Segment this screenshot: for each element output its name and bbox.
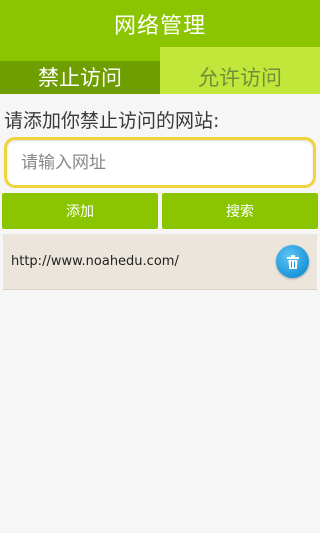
search-button[interactable]: 搜索 [162, 193, 318, 229]
delete-button[interactable] [276, 245, 309, 278]
tab-top-strip [160, 47, 320, 61]
url-input[interactable] [4, 137, 316, 188]
add-button[interactable]: 添加 [2, 193, 158, 229]
trash-icon [286, 254, 299, 269]
tab-bar: 禁止访问 允许访问 [0, 47, 320, 94]
tab-allowed[interactable]: 允许访问 [160, 47, 320, 94]
page-title: 网络管理 [113, 13, 206, 39]
tab-blocked-label: 禁止访问 [38, 66, 122, 90]
tab-blocked[interactable]: 禁止访问 [0, 47, 160, 94]
instruction-label: 请添加你禁止访问的网站: [4, 110, 220, 132]
list-item: http://www.noahedu.com/ [3, 234, 317, 290]
blocked-site-list: http://www.noahedu.com/ [3, 234, 317, 290]
tab-allowed-label: 允许访问 [198, 66, 282, 90]
site-url: http://www.noahedu.com/ [11, 254, 179, 269]
tab-top-strip [0, 47, 160, 61]
title-bar: 网络管理 [0, 0, 320, 47]
